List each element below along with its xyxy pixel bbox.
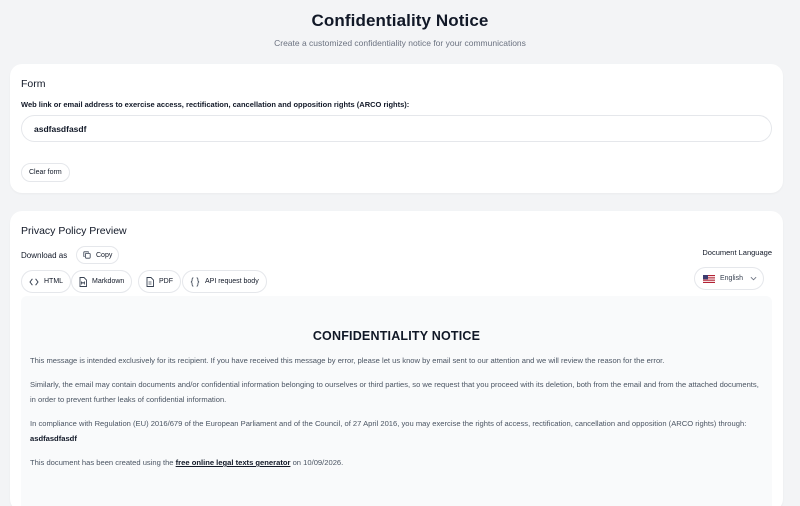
- download-label: Download as: [21, 251, 68, 260]
- legal-texts-generator-link[interactable]: free online legal texts generator: [176, 458, 291, 467]
- document-arco-text: In compliance with Regulation (EU) 2016/…: [30, 419, 747, 428]
- page-title: Confidentiality Notice: [311, 11, 489, 30]
- download-pdf-button[interactable]: PDF: [138, 270, 181, 293]
- copy-icon: [83, 251, 91, 259]
- arco-link-input[interactable]: [21, 115, 772, 142]
- arco-field-label: Web link or email address to exercise ac…: [21, 100, 410, 109]
- document-arco-value: asdfasdfasdf: [30, 434, 77, 443]
- language-select[interactable]: English: [694, 267, 764, 290]
- download-api-body-button[interactable]: API request body: [182, 270, 267, 293]
- copy-button[interactable]: Copy: [76, 246, 120, 264]
- document-paragraph: This document has been created using the…: [30, 455, 760, 470]
- document-paragraph: This message is intended exclusively for…: [30, 356, 665, 365]
- braces-icon: [190, 276, 200, 287]
- document-paragraph: Similarly, the email may contain documen…: [30, 380, 759, 404]
- language-label: Document Language: [702, 248, 772, 257]
- us-flag-icon: [703, 274, 715, 283]
- code-icon: [29, 278, 39, 286]
- chevron-down-icon: [750, 276, 757, 281]
- preview-title: Privacy Policy Preview: [21, 225, 127, 237]
- document-footer-suffix: on 10/09/2026.: [292, 458, 344, 467]
- page-header: Confidentiality Notice Create a customiz…: [0, 0, 800, 48]
- document-footer-prefix: This document has been created using the: [30, 458, 174, 467]
- markdown-file-icon: [79, 276, 87, 287]
- download-markdown-button[interactable]: Markdown: [71, 270, 133, 293]
- download-pdf-label: PDF: [159, 278, 173, 285]
- page-subtitle: Create a customized confidentiality noti…: [274, 38, 526, 48]
- document-preview: CONFIDENTIALITY NOTICE This message is i…: [21, 296, 772, 506]
- pdf-file-icon: [146, 276, 154, 287]
- document-title: CONFIDENTIALITY NOTICE: [312, 329, 481, 343]
- download-html-button[interactable]: HTML: [21, 270, 72, 293]
- document-paragraph: In compliance with Regulation (EU) 2016/…: [30, 416, 760, 446]
- copy-button-label: Copy: [96, 251, 113, 259]
- download-html-label: HTML: [44, 278, 64, 285]
- form-title: Form: [21, 78, 46, 90]
- language-selected: English: [720, 275, 743, 282]
- download-markdown-label: Markdown: [92, 278, 125, 285]
- preview-card: Privacy Policy Preview Download as Copy …: [10, 211, 783, 506]
- download-api-body-label: API request body: [205, 278, 259, 285]
- clear-form-button[interactable]: Clear form: [21, 163, 70, 182]
- form-card: Form Web link or email address to exerci…: [10, 64, 783, 193]
